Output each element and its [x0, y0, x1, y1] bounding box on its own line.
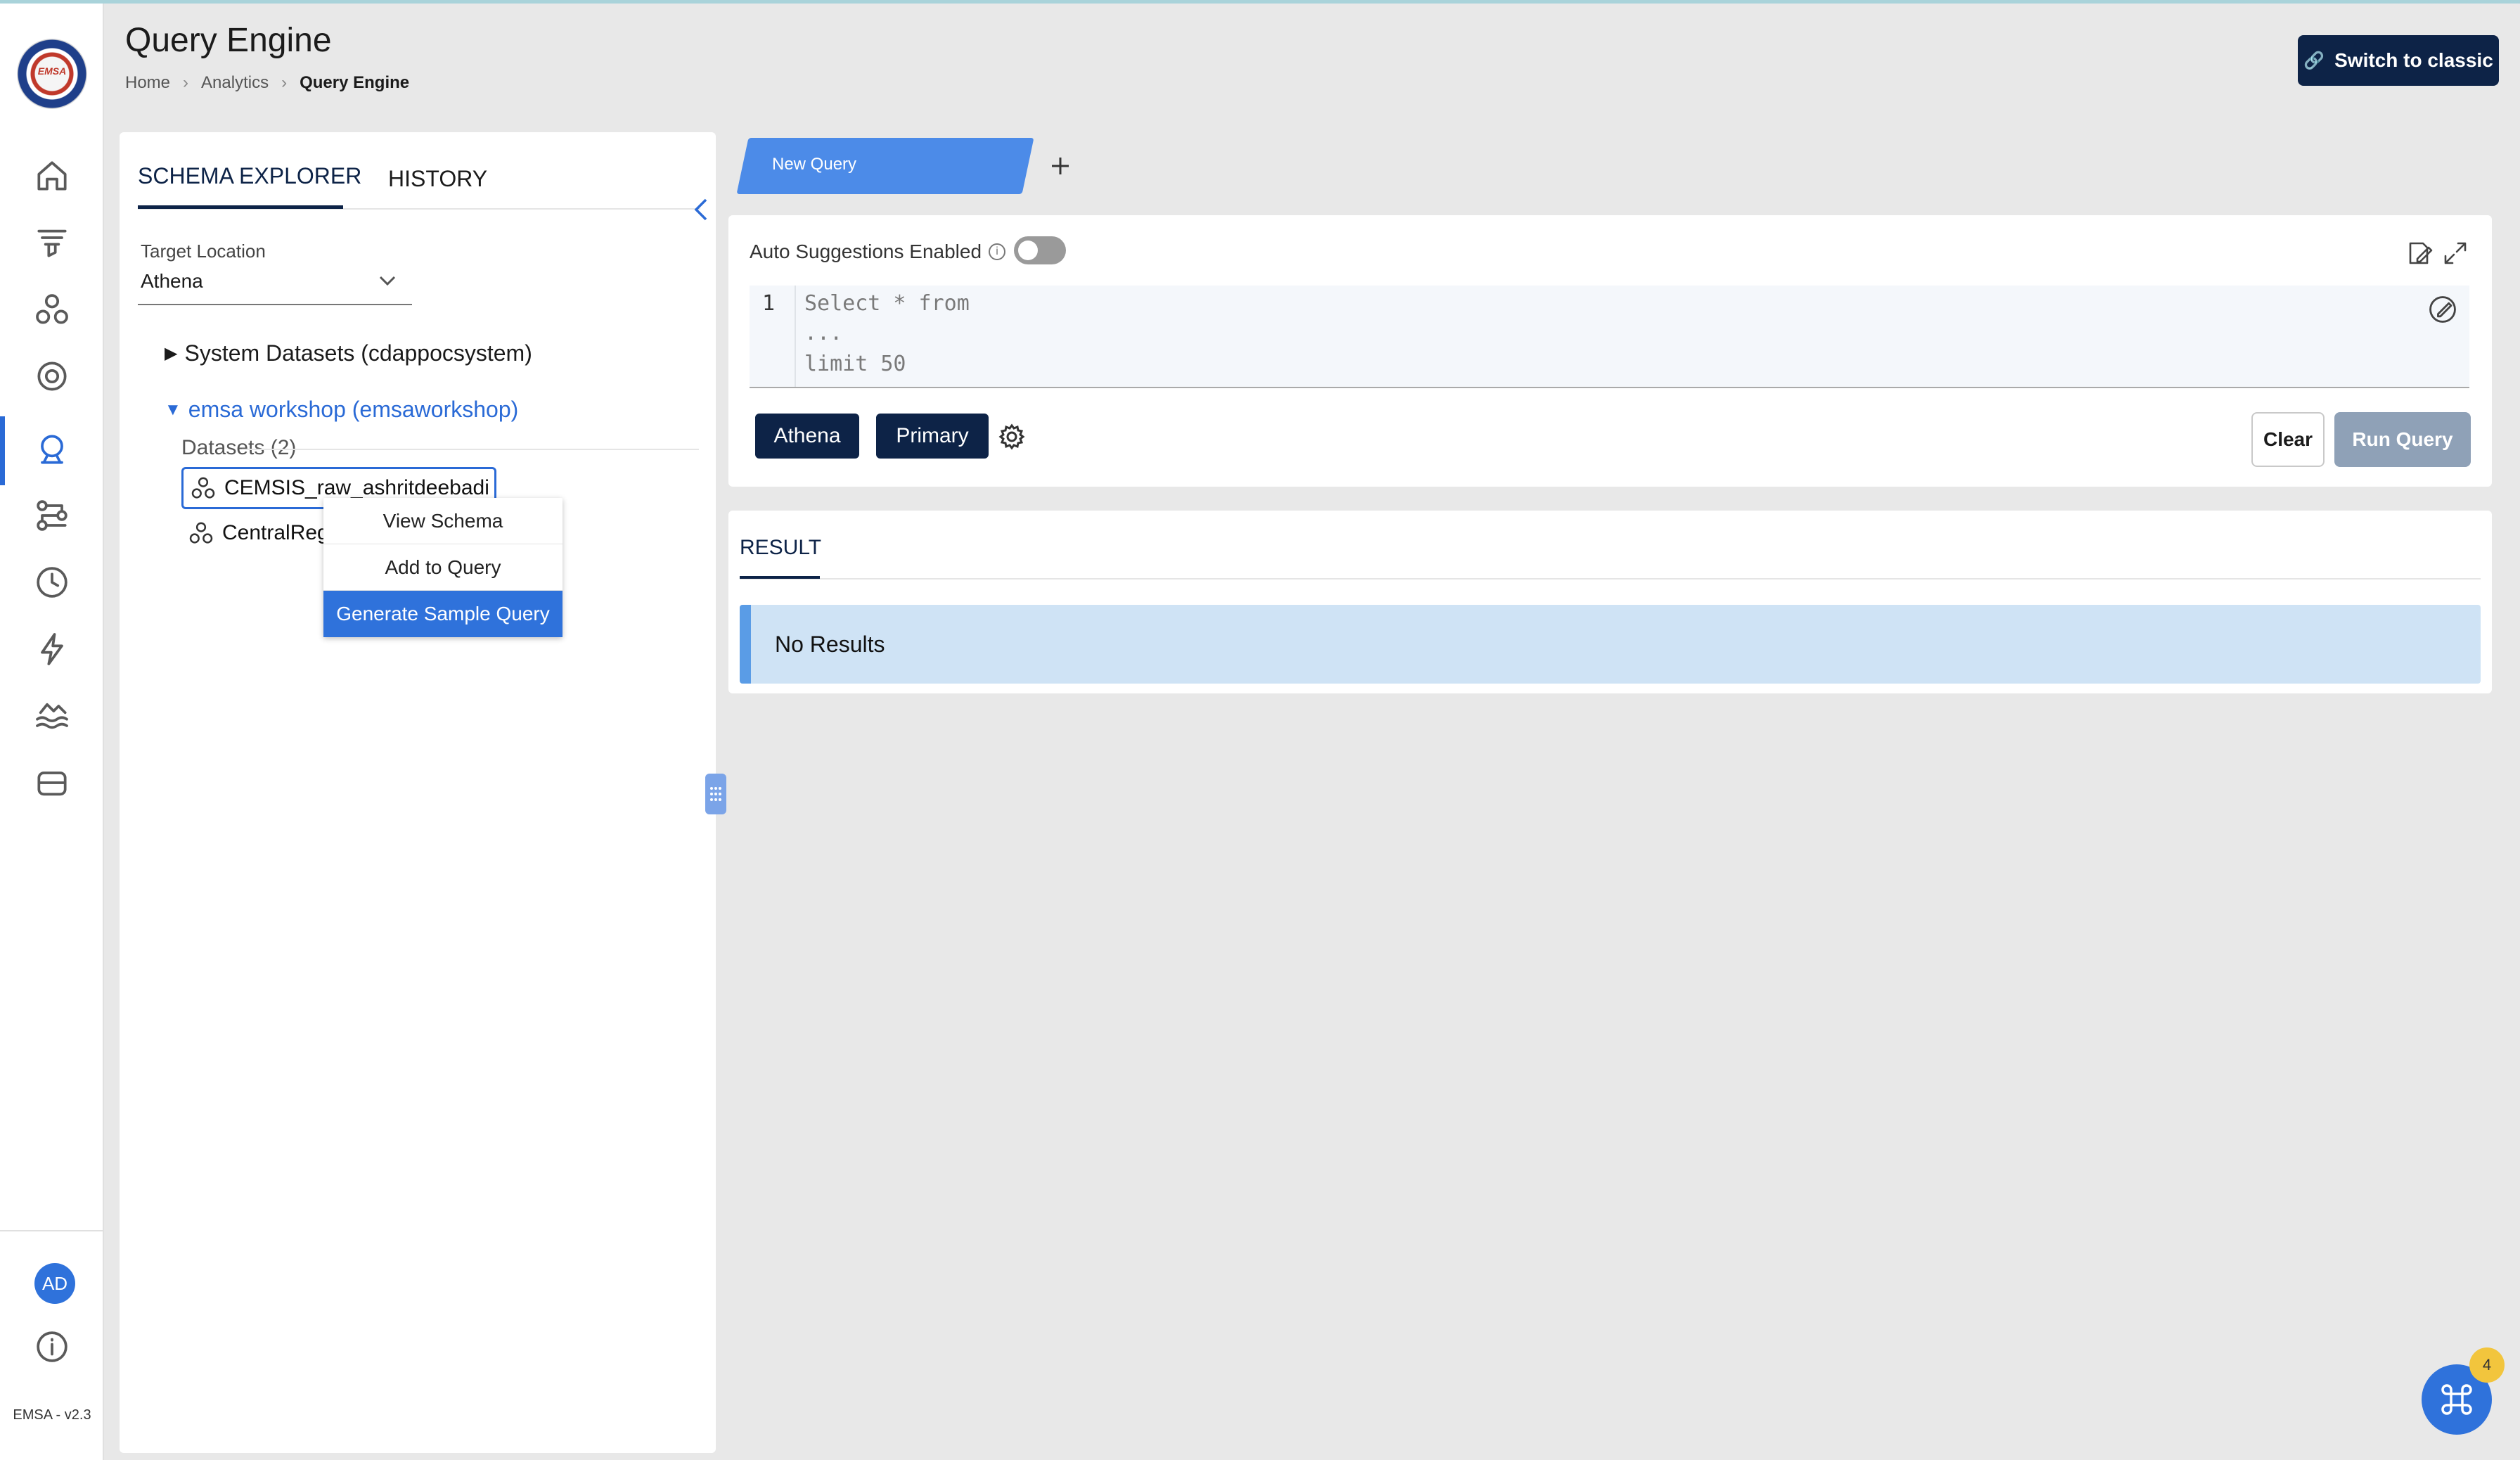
run-query-button[interactable]: Run Query	[2334, 412, 2471, 467]
command-icon	[2441, 1384, 2472, 1415]
code-line: Select * from	[804, 291, 970, 316]
datasets-divider	[242, 449, 699, 450]
active-tab-underline	[740, 576, 820, 579]
panel-resize-handle[interactable]	[705, 774, 726, 814]
auto-suggestions-toggle[interactable]	[1014, 236, 1066, 264]
breadcrumb-current: Query Engine	[300, 73, 410, 92]
breadcrumb-home[interactable]: Home	[125, 73, 170, 93]
active-indicator	[0, 416, 5, 485]
add-query-tab-icon[interactable]	[1041, 146, 1080, 186]
dataset-icon	[189, 522, 213, 544]
breadcrumb: Home › Analytics › Query Engine	[125, 73, 409, 93]
menu-item-add-to-query[interactable]: Add to Query	[323, 544, 562, 591]
side-nav-rail: EMSA AD EMSA - v2.3	[0, 4, 104, 1460]
lightning-icon[interactable]	[31, 628, 73, 670]
switch-to-classic-button[interactable]: 🔗 Switch to classic	[2298, 35, 2499, 86]
tab-schema-explorer[interactable]: SCHEMA EXPLORER	[138, 163, 361, 189]
sql-editor[interactable]: 1 Select * from ... limit 50	[750, 286, 2469, 388]
breadcrumb-chevron-icon: ›	[183, 73, 189, 92]
user-avatar[interactable]: AD	[34, 1263, 75, 1304]
line-gutter: 1	[750, 286, 796, 387]
menu-item-generate-sample-query[interactable]: Generate Sample Query	[323, 591, 562, 637]
query-editor-card: Auto Suggestions Enabled i 1 Select * fr…	[728, 215, 2492, 487]
workgroup-chip[interactable]: Primary	[876, 414, 989, 459]
top-accent-line	[0, 0, 2520, 4]
datasets-header: Datasets (2)	[181, 436, 297, 459]
home-icon[interactable]	[31, 155, 73, 197]
tab-new-query-label: New Query	[772, 155, 857, 174]
schema-explorer-panel: SCHEMA EXPLORER HISTORY Target Location …	[120, 132, 716, 1453]
gear-icon[interactable]	[997, 422, 1027, 452]
tab-history[interactable]: HISTORY	[388, 166, 487, 192]
target-location-select[interactable]: Athena	[141, 270, 203, 293]
no-results-banner: No Results	[740, 605, 2481, 684]
active-tab-underline	[138, 205, 343, 209]
dataset-context-menu: View Schema Add to Query Generate Sample…	[323, 498, 562, 637]
auto-suggestions-label: Auto Suggestions Enabled i	[750, 241, 1006, 263]
info-icon[interactable]	[31, 1326, 73, 1368]
breadcrumb-analytics[interactable]: Analytics	[201, 73, 269, 93]
funnel-icon[interactable]	[31, 222, 73, 264]
link-icon: 🔗	[2303, 51, 2325, 70]
result-tabs-divider	[740, 578, 2481, 579]
storage-icon[interactable]	[31, 762, 73, 804]
expand-icon[interactable]	[2440, 238, 2471, 269]
data-lake-icon[interactable]	[31, 695, 73, 737]
clock-icon[interactable]	[31, 561, 73, 603]
save-query-icon[interactable]	[2405, 238, 2436, 269]
engine-chip[interactable]: Athena	[755, 414, 859, 459]
select-underline	[138, 304, 412, 305]
format-code-icon[interactable]	[2426, 293, 2460, 326]
pipeline-icon[interactable]	[31, 494, 73, 537]
clear-button[interactable]: Clear	[2251, 412, 2325, 467]
caret-right-icon: ▶	[165, 344, 178, 363]
chevron-down-icon[interactable]	[377, 270, 398, 291]
settings-circle-icon[interactable]	[31, 355, 73, 397]
code-line: ...	[804, 321, 843, 345]
app-version: EMSA - v2.3	[13, 1407, 91, 1423]
caret-down-icon: ▼	[165, 399, 181, 419]
tree-node-system-datasets[interactable]: ▶ System Datasets (cdappocsystem)	[165, 340, 532, 366]
code-line: limit 50	[804, 352, 906, 376]
line-number: 1	[762, 291, 776, 316]
notification-badge: 4	[2469, 1347, 2505, 1383]
info-icon[interactable]: i	[989, 243, 1006, 260]
menu-item-view-schema[interactable]: View Schema	[323, 498, 562, 544]
page-title: Query Engine	[125, 22, 332, 59]
target-location-label: Target Location	[141, 241, 266, 262]
emsa-logo[interactable]: EMSA	[17, 39, 87, 109]
rail-divider	[0, 1230, 104, 1231]
result-card: RESULT No Results	[728, 511, 2492, 693]
tree-node-workshop[interactable]: ▼ emsa workshop (emsaworkshop)	[165, 397, 518, 423]
query-engine-icon[interactable]	[31, 428, 73, 470]
collapse-panel-icon[interactable]	[688, 196, 713, 224]
tab-result[interactable]: RESULT	[740, 536, 821, 560]
dataset-icon[interactable]	[31, 288, 73, 331]
dataset-icon	[191, 477, 215, 499]
breadcrumb-chevron-icon: ›	[281, 73, 288, 92]
